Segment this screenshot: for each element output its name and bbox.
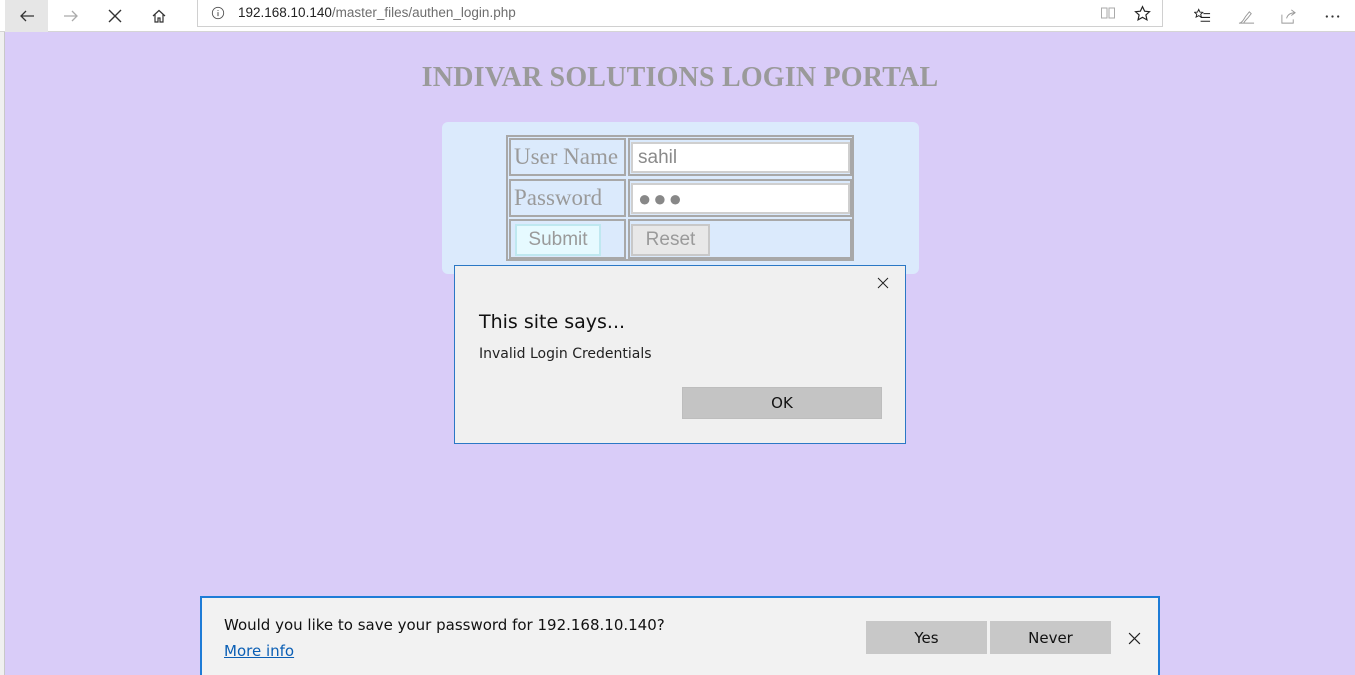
reset-button[interactable]: Reset	[631, 224, 710, 256]
back-button[interactable]	[5, 0, 48, 32]
password-input[interactable]: ●●●	[631, 183, 850, 214]
password-cell: ●●●	[628, 179, 852, 217]
more-info-link[interactable]: More info	[224, 642, 294, 660]
username-input[interactable]: sahil	[631, 142, 850, 173]
more-button[interactable]	[1310, 0, 1354, 32]
close-icon	[877, 277, 889, 289]
password-label: Password	[509, 179, 626, 217]
home-icon	[152, 9, 166, 23]
info-icon[interactable]	[210, 5, 226, 21]
alert-dialog: This site says... Invalid Login Credenti…	[454, 265, 906, 444]
never-button[interactable]: Never	[990, 621, 1111, 654]
favorites-button[interactable]	[1180, 0, 1224, 32]
more-icon	[1325, 14, 1339, 18]
favorites-list-icon	[1193, 7, 1210, 22]
save-password-bar: Would you like to save your password for…	[200, 596, 1160, 675]
submit-button[interactable]: Submit	[515, 224, 601, 256]
username-label: User Name	[509, 138, 626, 176]
username-cell: sahil	[628, 138, 852, 176]
reading-view-icon[interactable]	[1098, 3, 1118, 23]
pen-icon	[1238, 10, 1254, 24]
yes-button[interactable]: Yes	[866, 621, 987, 654]
arrow-right-icon	[64, 10, 78, 22]
password-mask: ●●●	[638, 185, 684, 211]
close-icon	[1128, 632, 1140, 644]
close-icon	[108, 9, 122, 23]
savebar-close-button[interactable]	[1124, 628, 1144, 648]
address-bar[interactable]: 192.168.10.140/master_files/authen_login…	[197, 0, 1163, 27]
url-host: 192.168.10.140	[238, 5, 332, 20]
dialog-close-button[interactable]	[873, 273, 893, 293]
url-path: /master_files/authen_login.php	[331, 5, 516, 20]
star-icon[interactable]	[1132, 3, 1152, 23]
arrow-left-icon	[19, 10, 34, 22]
save-password-question: Would you like to save your password for…	[224, 616, 665, 634]
page-title: INDIVAR SOLUTIONS LOGIN PORTAL	[421, 62, 939, 93]
url-text: 192.168.10.140/master_files/authen_login…	[238, 5, 516, 20]
dialog-title: This site says...	[479, 311, 626, 333]
dialog-message: Invalid Login Credentials	[479, 346, 652, 362]
stop-loading-button[interactable]	[93, 0, 137, 32]
submit-cell: Submit	[509, 219, 626, 259]
left-edge	[0, 32, 5, 675]
ok-button[interactable]: OK	[682, 387, 882, 419]
home-button[interactable]	[137, 0, 181, 32]
browser-toolbar: 192.168.10.140/master_files/authen_login…	[0, 0, 1355, 32]
reset-cell: Reset	[628, 219, 852, 259]
forward-button[interactable]	[49, 0, 93, 32]
share-button[interactable]	[1266, 0, 1310, 32]
share-icon	[1280, 9, 1296, 24]
web-note-button[interactable]	[1224, 0, 1268, 32]
login-form: User Name sahil Password ●●● Submit Rese…	[506, 135, 854, 261]
